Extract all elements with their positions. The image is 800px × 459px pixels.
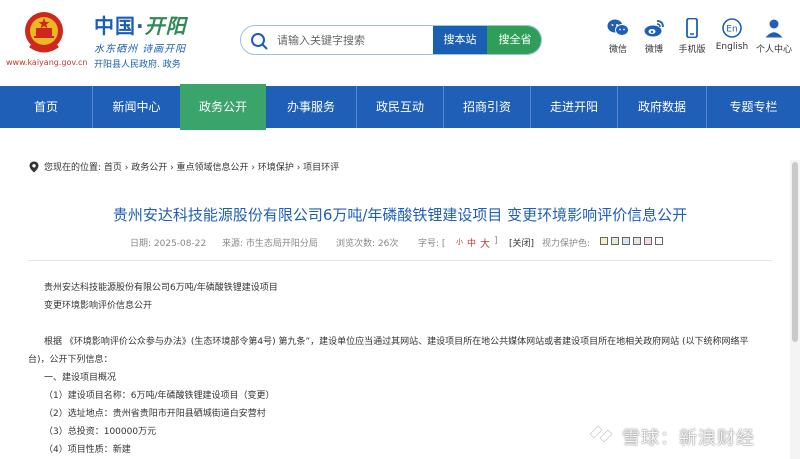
site-url: www.kaiyang.gov.cn — [6, 58, 88, 67]
font-large-button[interactable]: 大 — [480, 235, 490, 250]
nav-investment[interactable]: 招商引资 — [444, 86, 530, 128]
nav-government-affairs[interactable]: 政务公开 — [180, 84, 266, 130]
mobile-link[interactable]: 手机版 — [672, 18, 712, 55]
main-nav: 首页 新闻中心 政务公开 办事服务 政民互动 招商引资 走进开阳 政府数据 专题… — [0, 84, 800, 130]
font-size-end: ] — [494, 236, 498, 246]
eye-color-swatch[interactable] — [644, 237, 652, 245]
font-small-button[interactable]: 小 — [456, 237, 463, 247]
font-size-label: 字号: [ — [418, 239, 446, 249]
nav-services[interactable]: 办事服务 — [266, 86, 356, 128]
wechat-link[interactable]: 微信 — [598, 18, 638, 55]
mobile-icon — [686, 18, 698, 38]
eye-color-swatch[interactable] — [600, 237, 608, 245]
search-box: 搜本站 搜全省 — [240, 25, 542, 55]
search-province-button[interactable]: 搜全省 — [487, 26, 541, 54]
body-line-paragraph-cont: 台)，公开下列信息： — [28, 355, 113, 365]
article-source: 来源: 市生态局开阳分局 — [222, 239, 318, 249]
body-line-section-title: 一、建设项目概况 — [44, 373, 117, 383]
eye-color-swatch[interactable] — [611, 237, 619, 245]
national-emblem-icon — [25, 12, 63, 53]
nav-news[interactable]: 新闻中心 — [93, 86, 180, 128]
body-line-item: （4）项目性质：新建 — [44, 445, 131, 455]
article-title: 贵州安达科技能源股份有限公司6万吨/年磷酸铁锂建设项目 变更环境影响评价信息公开 — [112, 206, 688, 224]
search-input[interactable] — [277, 26, 437, 54]
brand-slogan: 水东硒州 诗画开阳 — [94, 44, 187, 55]
english-link[interactable]: En English — [712, 18, 752, 52]
xueqiu-logo-icon — [588, 424, 614, 444]
weibo-link[interactable]: 微博 — [634, 18, 674, 55]
weibo-icon — [644, 20, 664, 37]
nav-interaction[interactable]: 政民互动 — [357, 86, 443, 128]
content-divider — [28, 260, 772, 261]
english-icon: En — [722, 18, 742, 38]
body-line-heading: 变更环境影响评价信息公开 — [44, 301, 153, 311]
nav-about[interactable]: 走进开阳 — [531, 86, 617, 128]
view-count: 浏览次数: 26次 — [336, 239, 399, 249]
brand-subtitle: 开阳县人民政府. 政务 — [94, 60, 181, 70]
watermark-text: 雪球：新浪财经 — [622, 428, 755, 449]
eye-color-swatch[interactable] — [622, 237, 630, 245]
user-center-link[interactable]: 个人中心 — [754, 18, 794, 55]
eye-color-swatch[interactable] — [633, 237, 641, 245]
body-line-item: （2）选址地点：贵州省贵阳市开阳县硒城街道白安营村 — [44, 409, 266, 419]
brand-logo[interactable]: 中国·开阳 水东硒州 诗画开阳 开阳县人民政府. 政务 — [94, 10, 187, 70]
nav-topics[interactable]: 专题专栏 — [707, 86, 800, 128]
publish-date: 日期: 2025-08-22 — [130, 239, 207, 249]
svg-text:En: En — [726, 25, 737, 35]
eye-color-swatch[interactable] — [655, 237, 663, 245]
search-site-button[interactable]: 搜本站 — [433, 26, 487, 54]
close-button[interactable]: [关闭] — [509, 236, 534, 249]
site-header: www.kaiyang.gov.cn 中国·开阳 水东硒州 诗画开阳 开阳县人民… — [0, 0, 800, 86]
body-line-project-name: 贵州安达科技能源股份有限公司6万吨/年磷酸铁锂建设项目 — [44, 283, 278, 293]
user-icon — [765, 19, 783, 38]
search-icon — [251, 33, 268, 50]
scrollbar-thumb[interactable] — [792, 162, 798, 342]
body-line-paragraph: 根据 《环境影响评价公众参与办法》(生态环境部令第4号) 第九条”，建设单位应当… — [44, 337, 749, 347]
watermark: 雪球：新浪财经 — [584, 420, 784, 450]
brand-title: 中国·开阳 — [94, 14, 187, 38]
breadcrumb-text[interactable]: 您现在的位置: 首页 › 政务公开 › 重点领域信息公开 › 环境保护 › 项目… — [44, 160, 339, 173]
header-tools: 微信 微博 手机版 En English 个人中心 — [598, 18, 798, 64]
nav-home[interactable]: 首页 — [0, 86, 92, 128]
wechat-icon — [607, 19, 629, 36]
body-line-item: （1）建设项目名称：6万吨/年磷酸铁锂建设项目（变更） — [44, 391, 275, 401]
location-pin-icon — [29, 161, 39, 173]
body-line-item: （3）总投资：100000万元 — [44, 427, 157, 437]
nav-data[interactable]: 政府数据 — [618, 86, 706, 128]
eye-care-label: 视力保护色: — [542, 239, 591, 249]
font-medium-button[interactable]: 中 — [467, 236, 476, 249]
